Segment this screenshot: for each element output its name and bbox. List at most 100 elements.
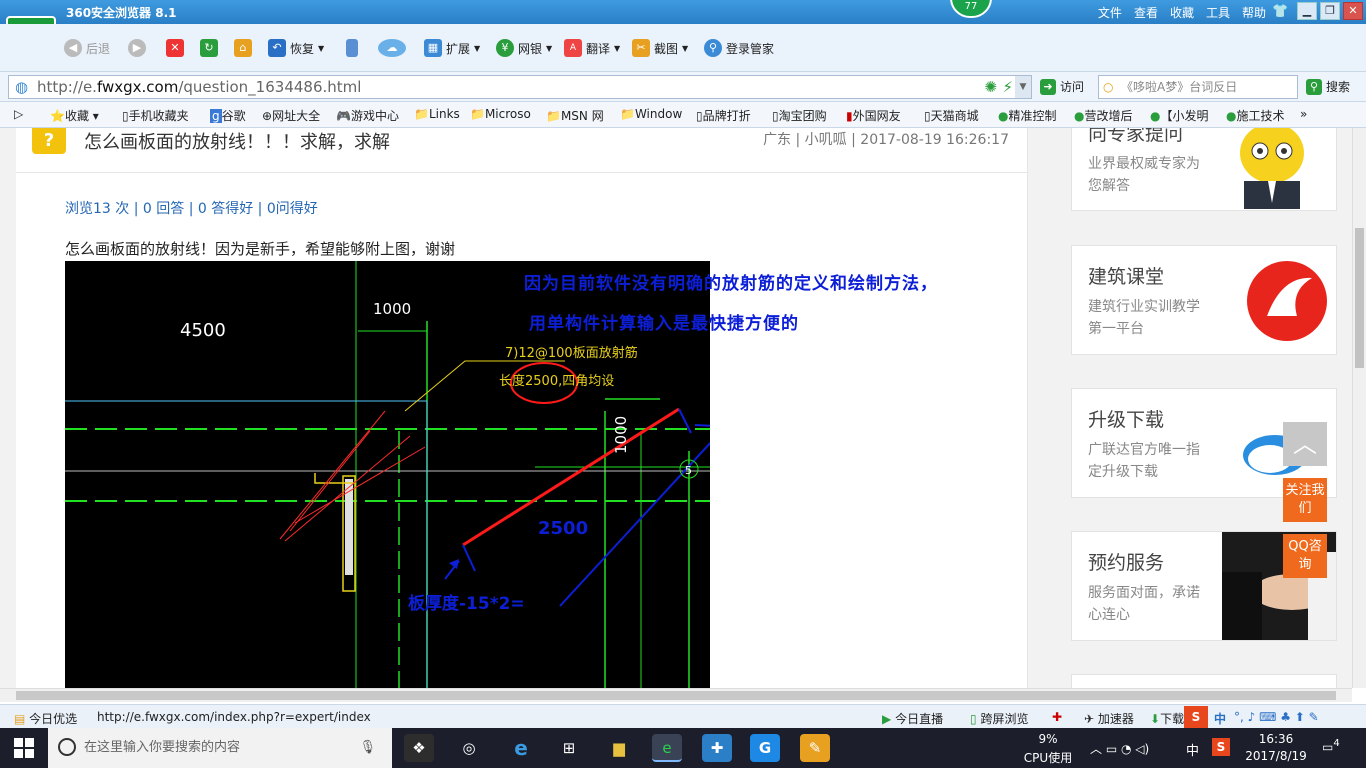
app-plus-icon[interactable]: ✚ — [702, 734, 732, 762]
shirt-icon[interactable]: 👕 — [1272, 4, 1288, 19]
fav-taobao[interactable]: ▯淘宝团购 — [772, 107, 827, 124]
tray-icons[interactable]: ︿ ▭ ◔ ◁) — [1090, 740, 1149, 757]
edge-icon[interactable]: e — [506, 734, 536, 762]
cad-marker-label: 5 — [685, 464, 692, 477]
stop-button[interactable]: ✕ — [166, 36, 184, 60]
menu-view[interactable]: 查看 — [1134, 4, 1158, 21]
forward-button[interactable]: ▶ — [128, 36, 146, 60]
bank-button[interactable]: ¥ 网银 ▼ — [496, 36, 552, 60]
sogou-ime-icon[interactable]: S — [1184, 706, 1208, 728]
lightning-icon[interactable]: ⚡ — [1002, 76, 1013, 98]
horizontal-scrollbar[interactable] — [0, 688, 1352, 702]
fav-tmall[interactable]: ▯天猫商城 — [924, 107, 979, 124]
login-manager-button[interactable]: ⚲ 登录管家 — [704, 36, 774, 60]
ime-toolbar-icons[interactable]: °, ♪ ⌨ ♣ ⬆ ✎ — [1234, 710, 1319, 724]
translate-button[interactable]: A 翻译 ▼ — [564, 36, 620, 60]
menu-help[interactable]: 帮助 — [1242, 4, 1266, 21]
question-meta: 广东 | 小叽呱 | 2017-08-19 16:26:17 — [763, 132, 1009, 148]
extend-button[interactable]: ▦ 扩展 ▼ — [424, 36, 480, 60]
screenshot-button[interactable]: ✂ 截图 ▼ — [632, 36, 688, 60]
browser-app-icon[interactable]: ◎ — [454, 734, 484, 762]
qq-consult-button[interactable]: QQ咨询 — [1283, 534, 1327, 578]
horizontal-scroll-thumb[interactable] — [16, 691, 1336, 700]
back-button[interactable]: ◀ 后退 — [64, 36, 110, 60]
rocket-icon: ✈ — [1084, 712, 1095, 726]
back-arrow-icon: ◀ — [64, 39, 82, 57]
cad-dim-1000-side: 1000 — [612, 416, 630, 454]
task-view-icon[interactable]: ❖ — [404, 734, 434, 762]
tray-sogou-icon[interactable]: S — [1212, 738, 1230, 756]
notification-icon[interactable]: ▭4 — [1322, 738, 1340, 754]
card-architecture-class[interactable]: 建筑课堂 建筑行业实训教学第一平台 — [1071, 245, 1337, 355]
microphone-icon[interactable]: 🎙 — [359, 728, 376, 768]
maximize-button[interactable]: ❐ — [1320, 2, 1340, 20]
fav-vat[interactable]: ●营改增后 — [1074, 107, 1133, 124]
fav-msn[interactable]: 📁MSN 网 — [546, 107, 604, 124]
forward-arrow-icon: ▶ — [128, 39, 146, 57]
fav-games[interactable]: 🎮游戏中心 — [336, 107, 399, 124]
fav-sites[interactable]: ⊕网址大全 — [262, 107, 320, 124]
medical-icon[interactable]: ✚ — [1052, 710, 1062, 724]
follow-us-button[interactable]: 关注我们 — [1283, 478, 1327, 522]
notepad-icon[interactable]: ✎ — [800, 734, 830, 762]
fav-invention[interactable]: ●【小发明 — [1150, 107, 1209, 124]
cad-dim-4500: 4500 — [180, 320, 226, 341]
speed-icon[interactable]: ✺ — [984, 76, 997, 98]
fav-mobile[interactable]: ▯手机收藏夹 — [122, 107, 189, 124]
fav-brand[interactable]: ▯品牌打折 — [696, 107, 751, 124]
restore-button[interactable]: ↶ 恢复 ▼ — [268, 36, 324, 60]
glodon-icon[interactable]: G — [750, 734, 780, 762]
ime-lang[interactable]: 中 — [1214, 710, 1226, 727]
download-button[interactable]: ⬇下载 — [1150, 710, 1184, 727]
question-stats[interactable]: 浏览13 次 | 0 回答 | 0 答得好 | 0问得好 — [65, 198, 318, 218]
clock-time[interactable]: 16:36 — [1246, 732, 1306, 746]
back-to-top-button[interactable]: ︿ — [1283, 422, 1327, 466]
home-button[interactable]: ⌂ — [234, 36, 252, 60]
card-ask-expert[interactable]: 向专家提问 业界最权威专家为您解答 — [1071, 128, 1337, 211]
360-browser-taskbar-icon[interactable]: e — [652, 734, 682, 762]
search-input[interactable]: ○ 《哆啦A梦》台词反日 — [1098, 75, 1298, 99]
close-button[interactable]: ✕ — [1343, 2, 1363, 20]
live-button[interactable]: ▶ 今日直播 — [882, 710, 943, 727]
divider — [16, 172, 1028, 173]
card-more[interactable] — [1071, 674, 1337, 688]
chevron-down-icon: ▼ — [614, 43, 621, 53]
fav-google[interactable]: g 谷歌 — [210, 107, 246, 124]
windows-start-icon[interactable] — [14, 738, 34, 758]
fav-precise[interactable]: ●精准控制 — [998, 107, 1057, 124]
page-viewport: ? 怎么画板面的放射线！！！求解，求解 广东 | 小叽呱 | 2017-08-1… — [0, 128, 1352, 688]
store-icon[interactable]: ⊞ — [554, 734, 584, 762]
vertical-scroll-thumb[interactable] — [1355, 228, 1364, 368]
fav-construction[interactable]: ●施工技术 — [1226, 107, 1285, 124]
fav-more-icon[interactable]: » — [1300, 107, 1307, 121]
menu-tools[interactable]: 工具 — [1206, 4, 1230, 21]
cad-hook — [462, 544, 476, 572]
fav-foreign[interactable]: ▮外国网友 — [846, 107, 901, 124]
vertical-scrollbar[interactable] — [1352, 128, 1366, 688]
fav-windows[interactable]: 📁Window — [620, 107, 682, 121]
menu-favorites[interactable]: 收藏 — [1170, 4, 1194, 21]
fav-microsoft[interactable]: 📁Microso — [470, 107, 531, 121]
accelerator-button[interactable]: ✈ 加速器 — [1084, 710, 1134, 727]
cross-screen-button[interactable]: ▯ 跨屏浏览 — [970, 710, 1028, 727]
url-dropdown-icon[interactable]: ▼ — [1015, 76, 1031, 98]
browser-menu: 文件 查看 收藏 工具 帮助 — [1098, 4, 1266, 21]
visit-button[interactable]: ➜ 访问 — [1040, 78, 1084, 95]
fav-collect[interactable]: ⭐收藏 ▾ — [50, 107, 99, 124]
today-pick-button[interactable]: ▤ 今日优选 — [14, 710, 77, 727]
taskbar-search-input[interactable]: 在这里输入你要搜索的内容 🎙 — [48, 728, 392, 768]
fav-links[interactable]: 📁Links — [414, 107, 460, 121]
refresh-button[interactable]: ↻ — [200, 36, 218, 60]
tray-lang[interactable]: 中 — [1186, 740, 1199, 759]
service-sidebar: 向专家提问 业界最权威专家为您解答 建筑课堂 建筑行业实训教学第一平台 升级下载… — [1071, 128, 1337, 688]
address-bar: ◍ http://e.fwxgx.com/question_1634486.ht… — [0, 72, 1366, 102]
cloud-button[interactable]: ☁ — [378, 36, 406, 60]
url-input[interactable]: ◍ http://e.fwxgx.com/question_1634486.ht… — [8, 75, 1032, 99]
minimize-button[interactable]: ▁ — [1297, 2, 1317, 20]
file-explorer-icon[interactable]: ▆ — [604, 734, 634, 762]
menu-file[interactable]: 文件 — [1098, 4, 1122, 21]
favbar-toggle-icon[interactable]: ▷ — [14, 107, 23, 121]
clock-date[interactable]: 2017/8/19 — [1244, 749, 1308, 763]
search-button[interactable]: ⚲ 搜索 — [1306, 78, 1350, 95]
mobile-button[interactable] — [346, 36, 358, 60]
